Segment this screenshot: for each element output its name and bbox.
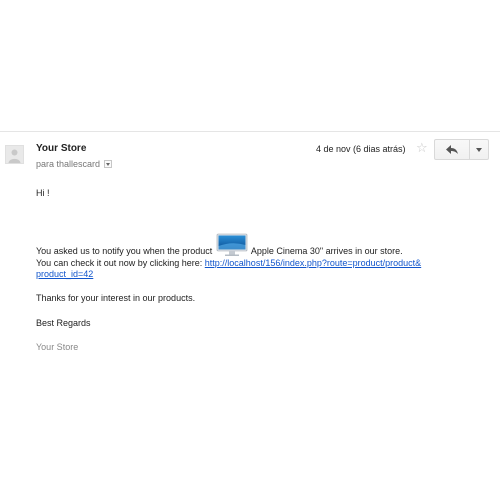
more-options-button[interactable] <box>470 140 488 159</box>
recipient-row: para thallescard <box>36 159 113 169</box>
email-date: 4 de nov (6 dias atrás) <box>316 144 406 154</box>
notify-prefix-text: You asked us to notify you when the prod… <box>36 246 213 256</box>
recipient-details-dropdown[interactable] <box>104 160 113 168</box>
product-link-line1[interactable]: http://localhost/156/index.php?route=pro… <box>205 258 421 268</box>
signature-text: Your Store <box>36 342 79 352</box>
monitor-product-thumbnail <box>216 233 248 256</box>
greeting-text: Hi ! <box>36 188 50 198</box>
reply-button-group <box>434 139 489 160</box>
header-divider <box>0 131 500 132</box>
star-icon[interactable]: ☆ <box>416 140 428 156</box>
reply-button[interactable] <box>435 140 470 159</box>
reply-arrow-icon <box>446 145 458 154</box>
default-avatar-icon <box>6 146 23 163</box>
regards-text: Best Regards <box>36 318 91 328</box>
notify-suffix-text: Apple Cinema 30" arrives in our store. <box>250 246 403 256</box>
notify-paragraph: You asked us to notify you when the prod… <box>36 233 403 257</box>
recipient-text: para thallescard <box>36 159 101 169</box>
check-paragraph: You can check it out now by clicking her… <box>36 258 421 280</box>
check-prefix-text: You can check it out now by clicking her… <box>36 258 203 268</box>
sender-name[interactable]: Your Store <box>36 143 86 154</box>
sender-avatar[interactable] <box>5 145 24 164</box>
thanks-text: Thanks for your interest in our products… <box>36 293 196 303</box>
email-view: Your Store para thallescard 4 de nov (6 … <box>0 0 500 500</box>
dropdown-triangle-icon <box>476 147 482 152</box>
product-link-line2[interactable]: product_id=42 <box>36 269 93 279</box>
